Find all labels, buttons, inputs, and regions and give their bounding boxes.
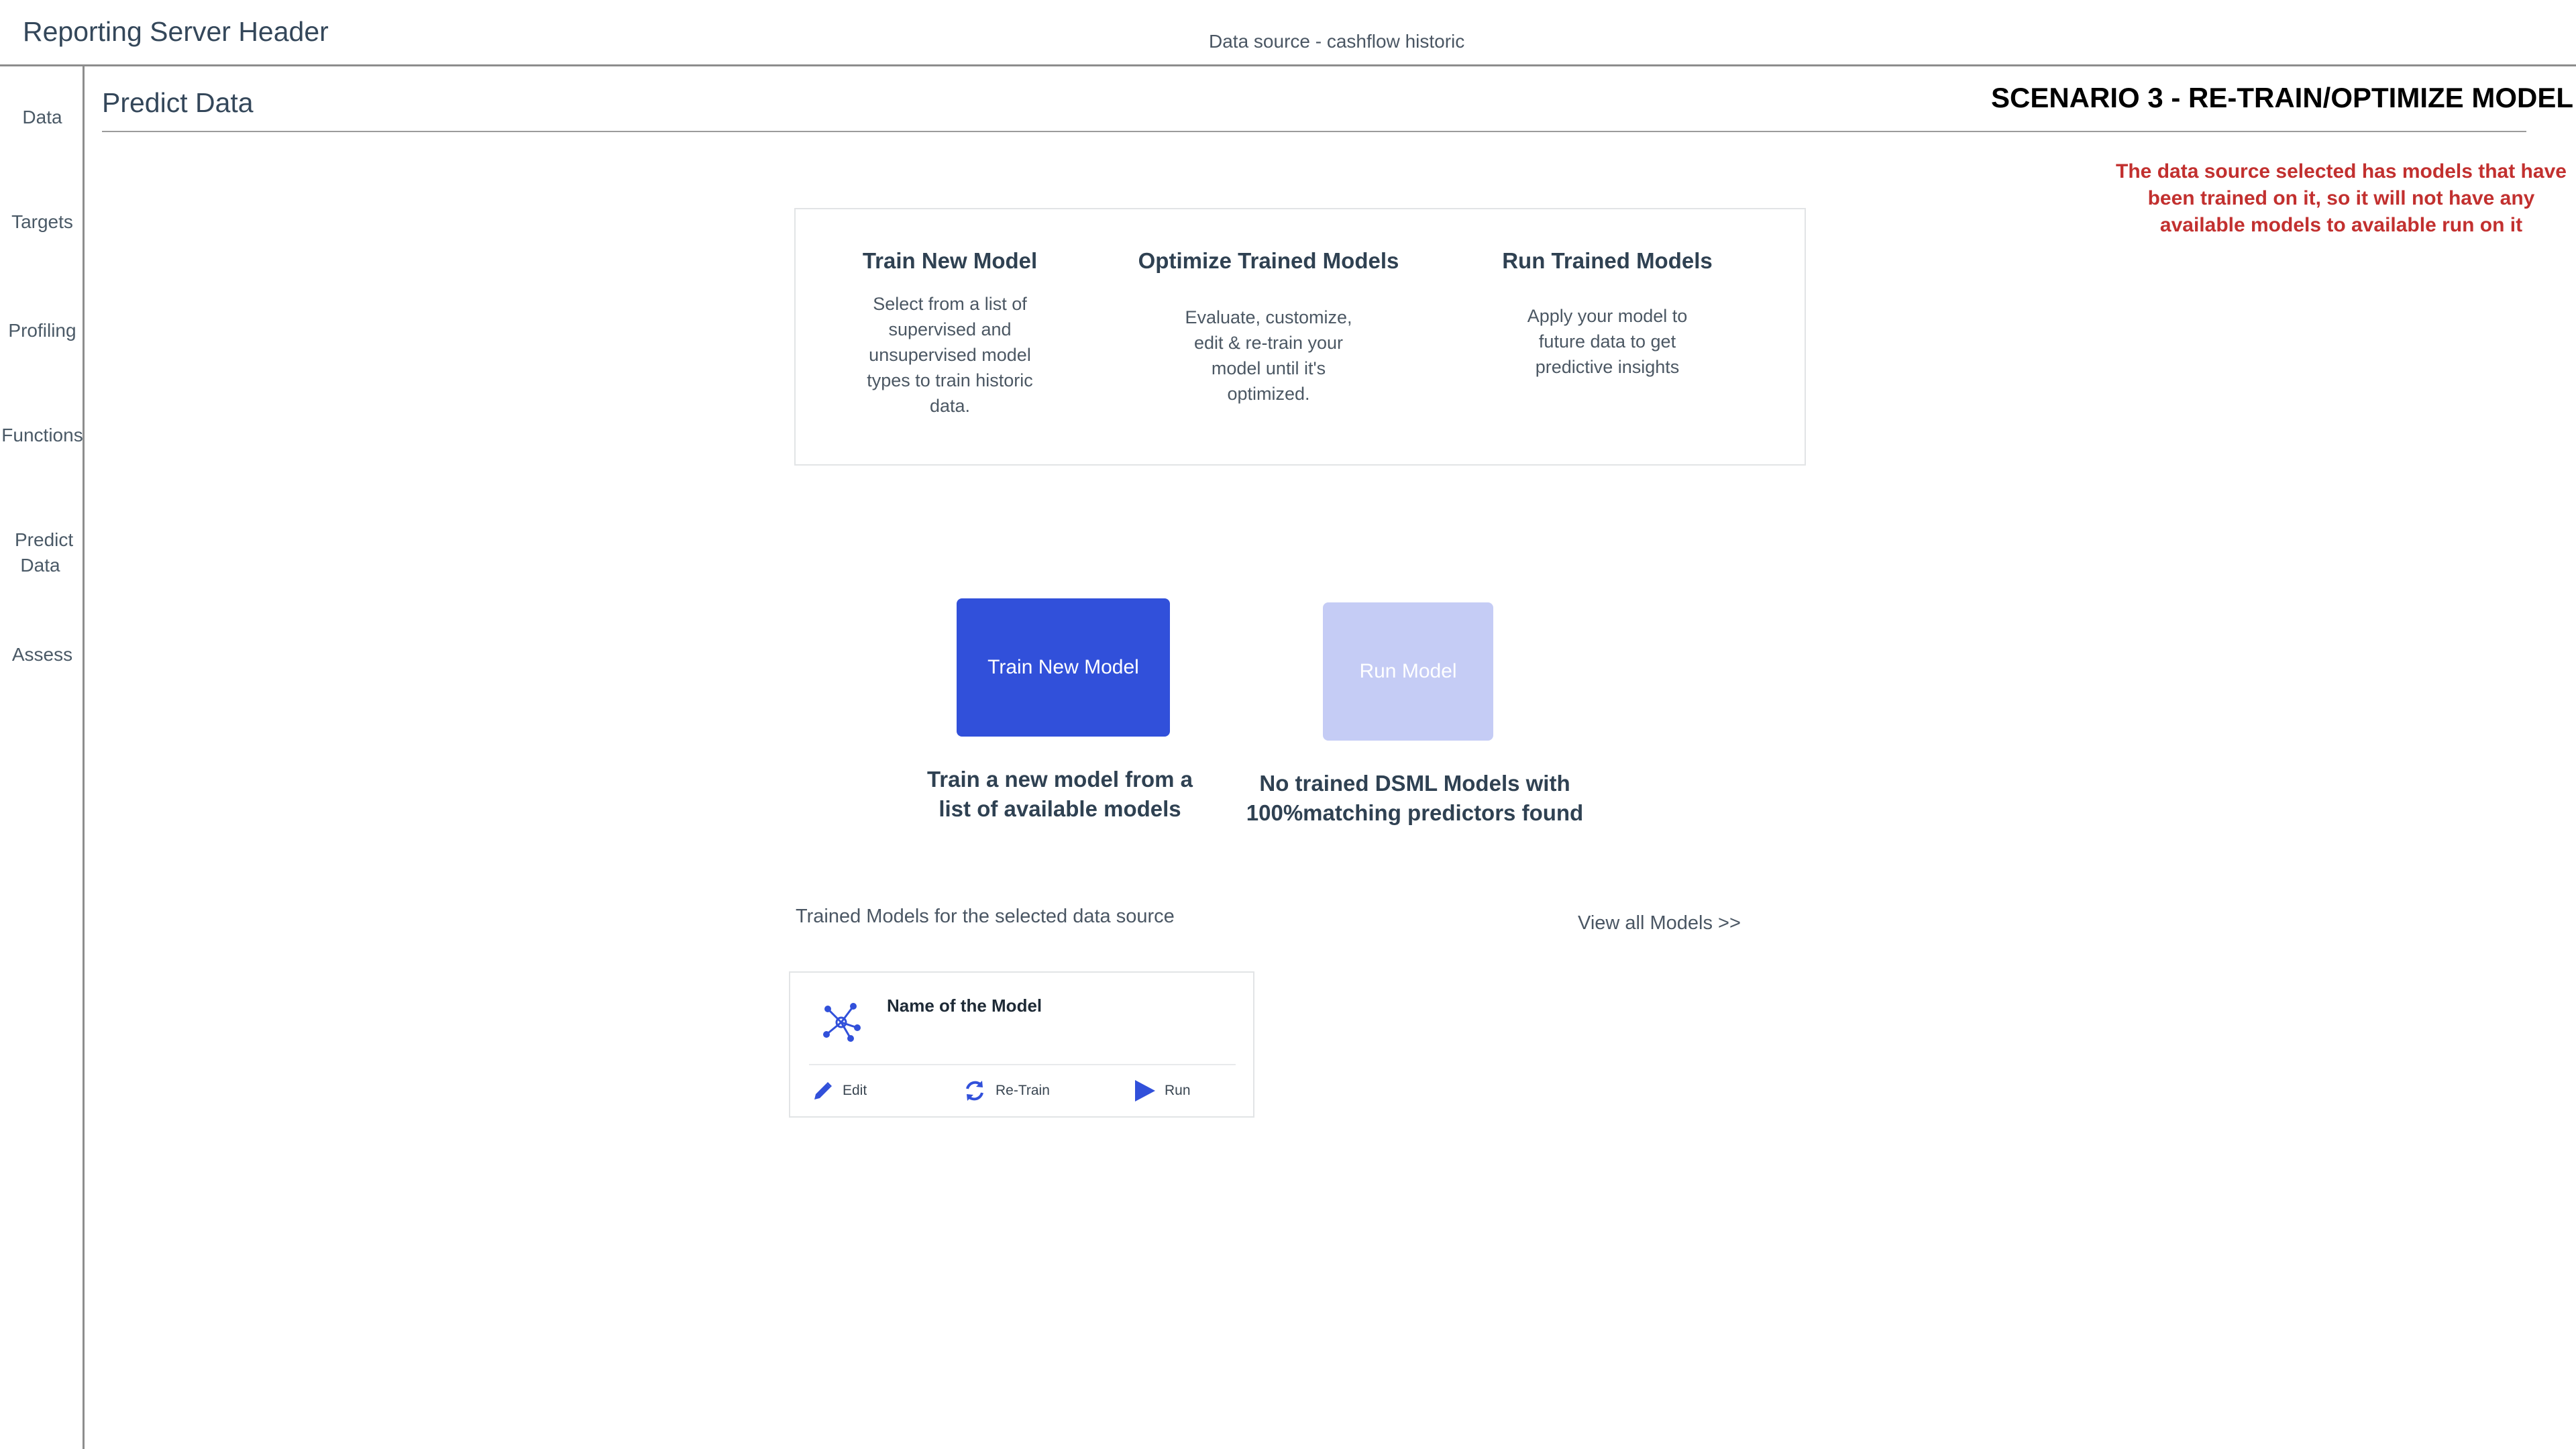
sidebar-item-predict-data[interactable]: Predict Data [0,527,80,578]
scenario-title: SCENARIO 3 - RE-TRAIN/OPTIMIZE MODEL [1990,82,2573,113]
model-card-divider [809,1064,1236,1065]
retrain-action[interactable]: Re-Train [962,1077,1050,1104]
info-title-optimize: Optimize Trained Models [1138,248,1399,273]
play-icon [1135,1080,1155,1102]
info-column-optimize: Optimize Trained Models Evaluate, custom… [1131,248,1406,407]
run-action[interactable]: Run [1134,1077,1191,1104]
model-name: Name of the Model [887,996,1042,1016]
sidebar-divider [83,64,85,1449]
trained-models-label: Trained Models for the selected data sou… [796,906,1175,927]
run-model-button-disabled: Run Model [1323,602,1493,741]
sidebar-item-data[interactable]: Data [0,105,85,130]
scenario-note: The data source selected has models that… [2116,160,2567,236]
page-title: Predict Data [102,87,254,118]
network-icon [823,1003,861,1042]
info-column-run: Run Trained Models Apply your model to f… [1493,248,1721,380]
retrain-label: Re-Train [996,1083,1050,1098]
pencil-icon [814,1082,832,1099]
refresh-icon [966,1081,983,1101]
app-title: Reporting Server Header [23,16,329,47]
info-desc-train: Select from a list of supervised and uns… [867,294,1033,416]
info-column-train: Train New Model Select from a list of su… [856,248,1044,419]
info-card: Train New Model Select from a list of su… [794,208,1806,466]
sidebar-item-assess[interactable]: Assess [0,642,85,667]
model-card[interactable]: Name of the Model Edit Re-Train Run [789,971,1254,1118]
edit-action[interactable]: Edit [812,1077,867,1104]
train-caption: Train a new model from a list of availab… [926,767,1193,821]
info-desc-optimize: Evaluate, customize, edit & re-train you… [1185,307,1352,404]
edit-label: Edit [843,1083,867,1098]
train-new-model-button[interactable]: Train New Model [957,598,1170,737]
info-title-train: Train New Model [862,248,1038,273]
page-title-divider [102,131,2526,132]
info-title-run: Run Trained Models [1502,248,1713,273]
data-source-label: Data source - cashflow historic [1209,31,1465,52]
run-caption: No trained DSML Models with 100%matching… [1246,771,1584,825]
sidebar-item-targets[interactable]: Targets [0,209,85,235]
run-label: Run [1165,1083,1191,1098]
sidebar-item-profiling[interactable]: Profiling [0,318,85,343]
header-divider [0,64,2576,66]
view-all-models-link[interactable]: View all Models >> [1578,912,1741,934]
info-desc-run: Apply your model to future data to get p… [1527,306,1688,377]
sidebar-item-functions[interactable]: Functions [0,423,85,448]
